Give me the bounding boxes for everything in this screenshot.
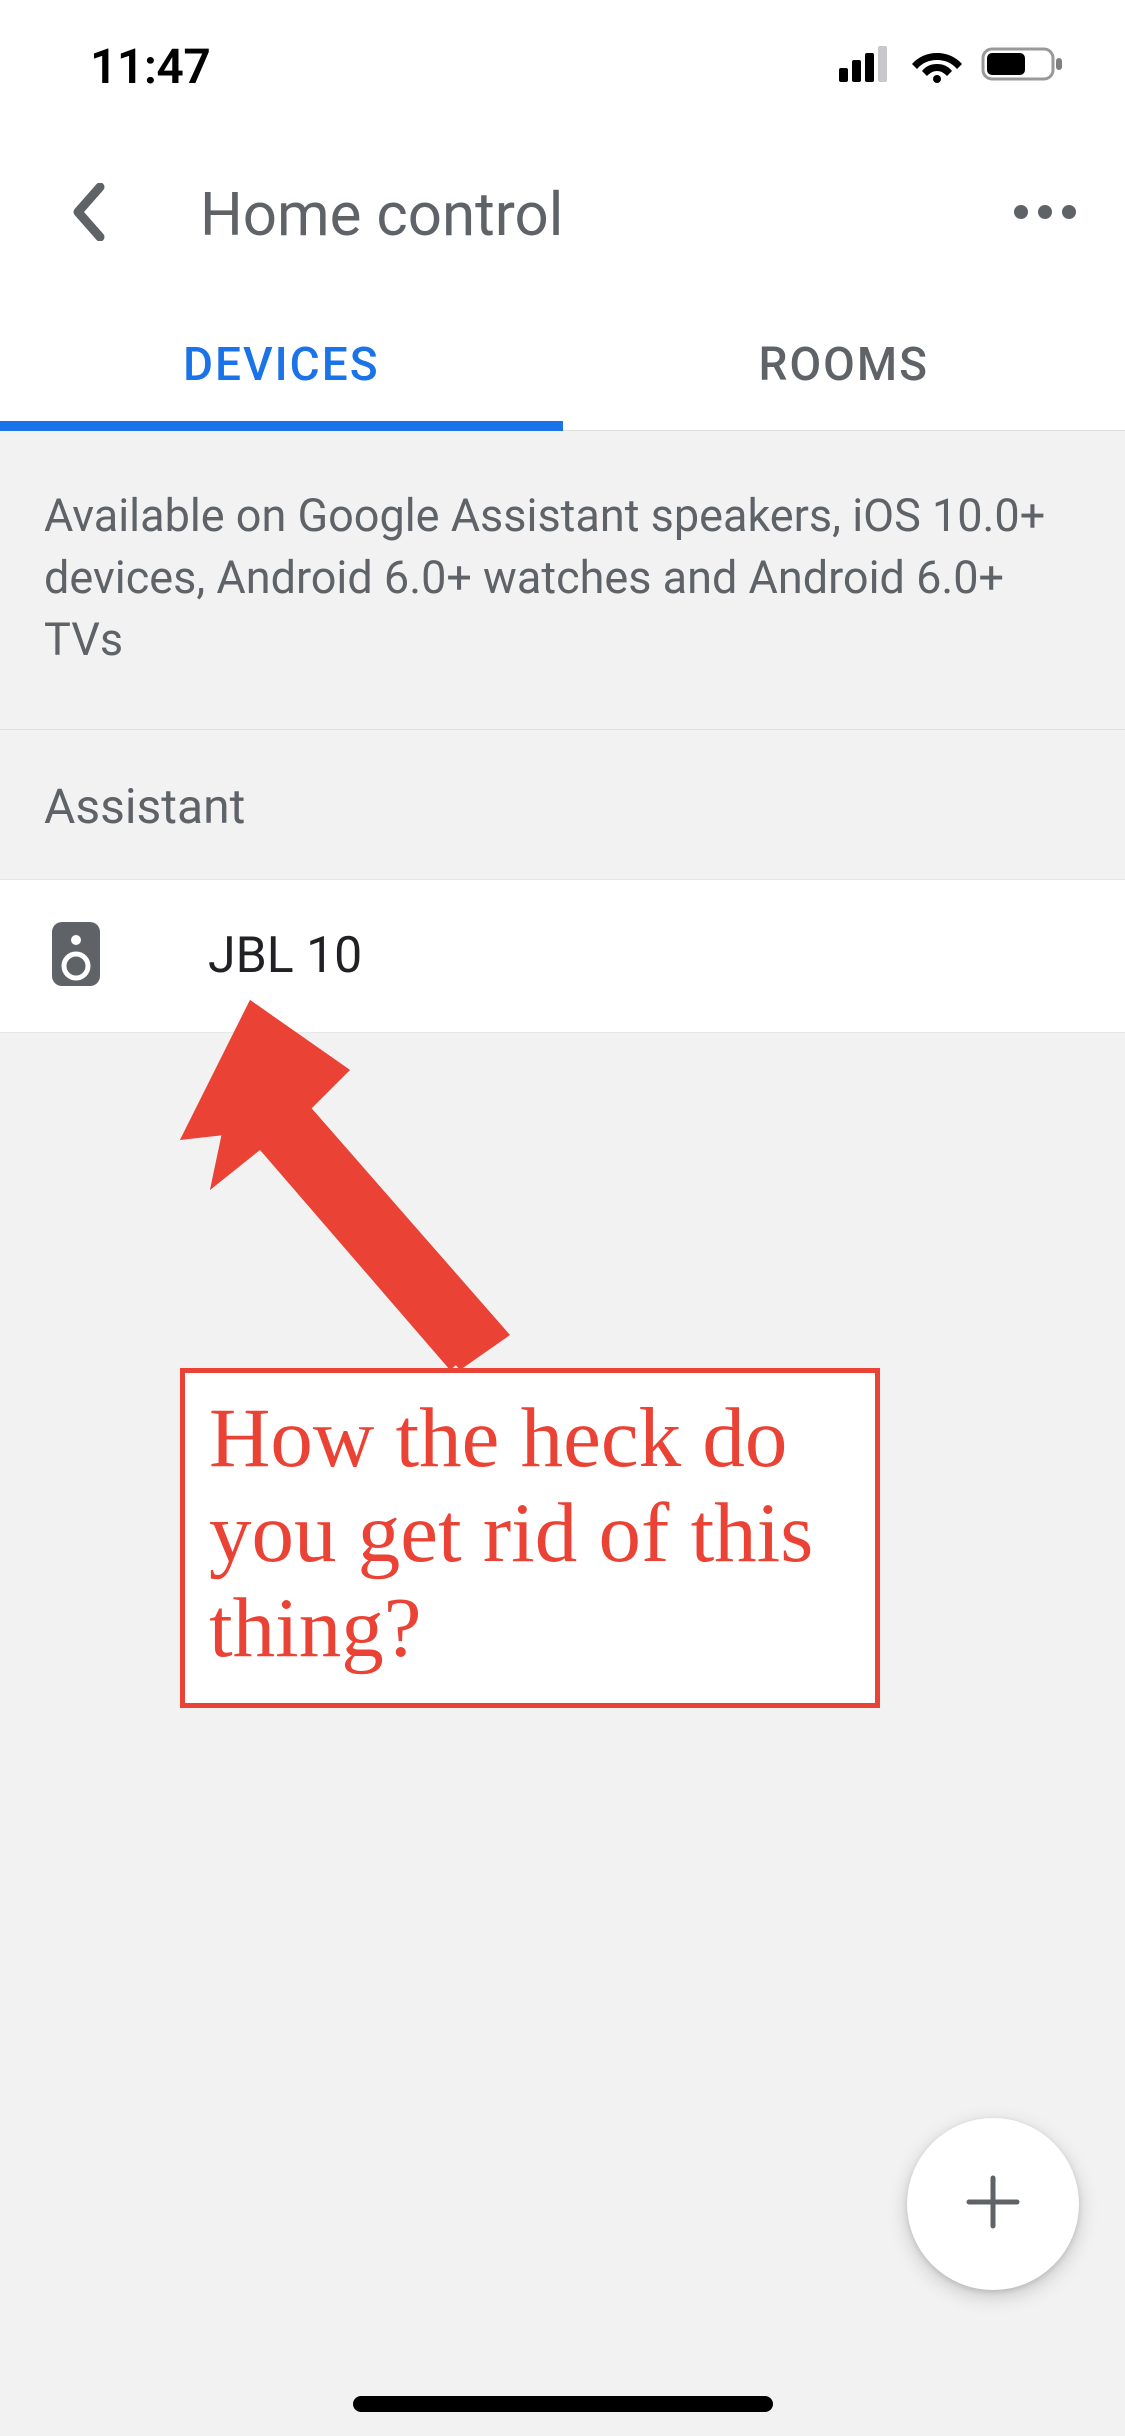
- battery-icon: [981, 45, 1065, 87]
- back-button[interactable]: [48, 174, 128, 254]
- availability-info: Available on Google Assistant speakers, …: [0, 431, 1125, 730]
- tab-label: DEVICES: [183, 338, 380, 392]
- page-title: Home control: [200, 179, 563, 250]
- tab-bar: DEVICES ROOMS: [0, 296, 1125, 431]
- chevron-left-icon: [70, 183, 106, 245]
- status-bar: 11:47: [0, 0, 1125, 132]
- app-header: Home control: [0, 132, 1125, 296]
- status-time: 11:47: [90, 38, 210, 95]
- add-device-fab[interactable]: [907, 2118, 1079, 2290]
- speaker-icon: [50, 920, 102, 992]
- tab-devices[interactable]: DEVICES: [0, 296, 563, 430]
- more-horizontal-icon: [1013, 204, 1077, 224]
- tab-label: ROOMS: [759, 338, 929, 392]
- section-header-assistant: Assistant: [0, 730, 1125, 880]
- more-options-button[interactable]: [1005, 174, 1085, 254]
- cellular-signal-icon: [839, 46, 893, 86]
- wifi-icon: [911, 45, 963, 87]
- annotation-text: How the heck do you get rid of this thin…: [209, 1391, 851, 1677]
- tab-rooms[interactable]: ROOMS: [563, 296, 1125, 430]
- status-indicators: [839, 45, 1065, 87]
- plus-icon: [963, 2172, 1023, 2236]
- device-row[interactable]: JBL 10: [0, 880, 1125, 1033]
- device-name: JBL 10: [208, 927, 362, 985]
- annotation-callout: How the heck do you get rid of this thin…: [180, 1368, 880, 1708]
- home-indicator[interactable]: [353, 2396, 773, 2412]
